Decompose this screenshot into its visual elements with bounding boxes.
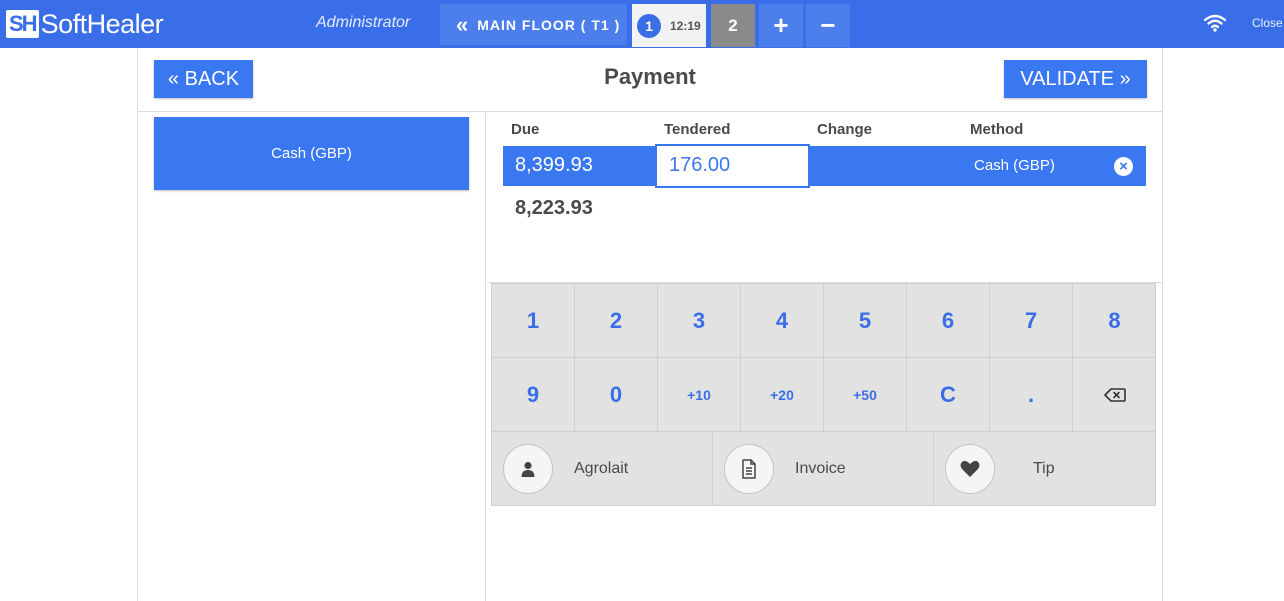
order-tab-1[interactable]: 1 12:19 xyxy=(632,4,706,47)
tip-label: Tip xyxy=(1033,460,1055,477)
top-bar: SH SoftHealer Administrator « MAIN FLOOR… xyxy=(0,0,1284,48)
numpad-key-0[interactable]: 0 xyxy=(575,358,658,432)
payment-line[interactable]: 8,399.93 176.00 Cash (GBP) × xyxy=(503,144,1146,188)
wifi-icon xyxy=(1204,14,1226,32)
column-header-tendered: Tendered xyxy=(664,121,731,138)
backspace-icon xyxy=(1103,387,1126,402)
floor-back-button[interactable]: « MAIN FLOOR ( T1 ) xyxy=(440,4,627,45)
numpad-key-6[interactable]: 6 xyxy=(907,284,990,358)
line-due-amount: 8,399.93 xyxy=(515,154,593,176)
line-method: Cash (GBP) xyxy=(974,157,1055,174)
numpad-key-4[interactable]: 4 xyxy=(741,284,824,358)
validate-button[interactable]: VALIDATE » xyxy=(1004,60,1147,98)
logo-mark: SH xyxy=(6,10,39,38)
order-tab-2[interactable]: 2 xyxy=(711,4,755,47)
numpad-key-8[interactable]: 8 xyxy=(1073,284,1156,358)
numpad-key-1[interactable]: 1 xyxy=(492,284,575,358)
add-order-button[interactable]: + xyxy=(759,4,803,47)
payment-lines: Due Tendered Change Method 8,399.93 176.… xyxy=(487,113,1162,283)
numpad-key-9[interactable]: 9 xyxy=(492,358,575,432)
invoice-label: Invoice xyxy=(795,460,846,477)
numpad: 1 2 3 4 5 6 7 8 9 0 +10 +20 +50 C . Agro… xyxy=(491,283,1156,506)
cashier-name[interactable]: Administrator xyxy=(316,14,410,32)
remove-order-button[interactable]: − xyxy=(806,4,850,47)
tendered-input[interactable]: 176.00 xyxy=(655,144,810,188)
user-icon xyxy=(503,444,553,494)
payment-screen: « BACK Payment VALIDATE » Cash (GBP) Due… xyxy=(137,48,1163,601)
numpad-key-5[interactable]: 5 xyxy=(824,284,907,358)
customer-label: Agrolait xyxy=(574,460,629,477)
document-icon xyxy=(724,444,774,494)
payment-method-cash[interactable]: Cash (GBP) xyxy=(154,117,469,190)
close-button[interactable]: Close xyxy=(1252,16,1283,30)
column-header-method: Method xyxy=(970,121,1024,138)
numpad-key-plus50[interactable]: +50 xyxy=(824,358,907,432)
numpad-key-plus20[interactable]: +20 xyxy=(741,358,824,432)
payment-header: « BACK Payment VALIDATE » xyxy=(138,48,1162,112)
numpad-key-7[interactable]: 7 xyxy=(990,284,1073,358)
invoice-button[interactable]: Invoice xyxy=(713,432,934,506)
order-number-badge: 1 xyxy=(637,13,661,38)
remaining-due-amount: 8,223.93 xyxy=(515,197,593,219)
remove-line-icon[interactable]: × xyxy=(1114,157,1133,176)
double-chevron-left-icon: « xyxy=(456,11,470,37)
numpad-key-clear[interactable]: C xyxy=(907,358,990,432)
column-header-due: Due xyxy=(511,121,540,138)
numpad-key-backspace[interactable] xyxy=(1073,358,1156,432)
numpad-key-decimal[interactable]: . xyxy=(990,358,1073,432)
column-header-change: Change xyxy=(817,121,873,138)
numpad-key-plus10[interactable]: +10 xyxy=(658,358,741,432)
payment-methods-panel: Cash (GBP) xyxy=(138,113,486,601)
logo-text: SoftHealer xyxy=(40,9,164,39)
numpad-key-3[interactable]: 3 xyxy=(658,284,741,358)
numpad-key-2[interactable]: 2 xyxy=(575,284,658,358)
order-time: 12:19 xyxy=(670,18,701,33)
tip-button[interactable]: Tip xyxy=(934,432,1155,506)
customer-button[interactable]: Agrolait xyxy=(492,432,713,506)
heart-icon xyxy=(945,444,995,494)
softhealer-logo: SH SoftHealer xyxy=(6,8,164,40)
floor-label: MAIN FLOOR ( T1 ) xyxy=(477,16,621,33)
